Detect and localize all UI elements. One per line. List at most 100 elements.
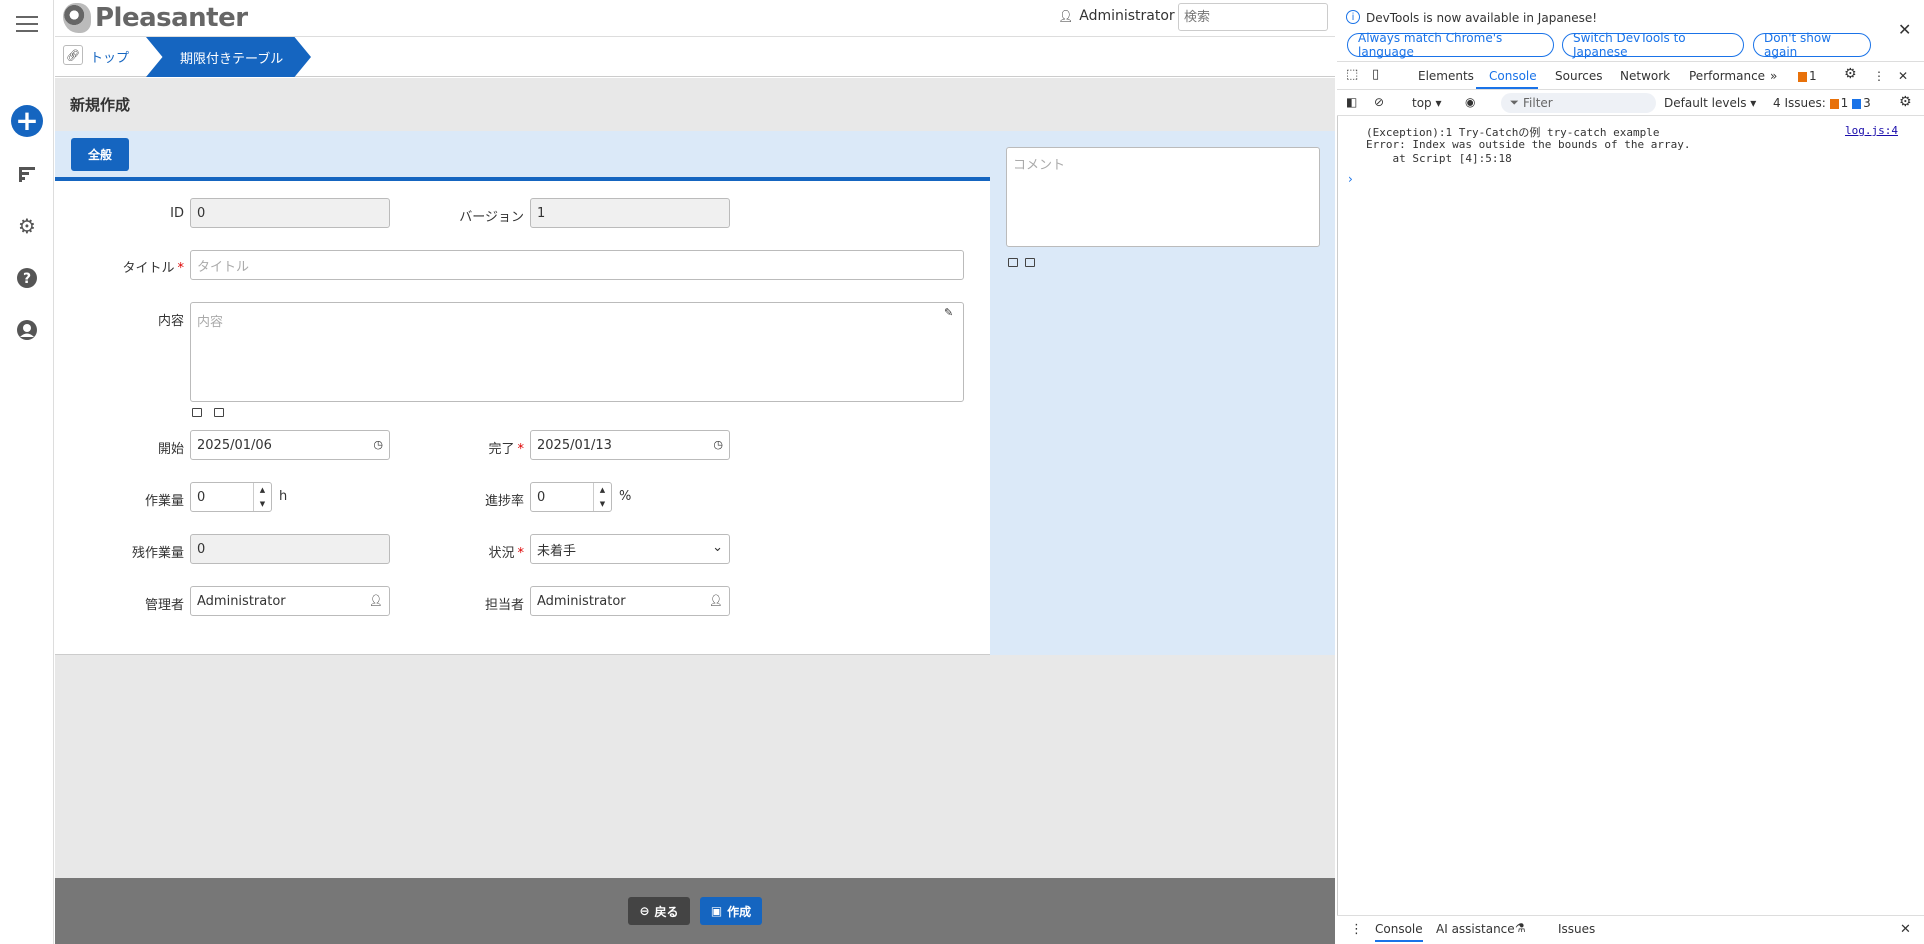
body-image-icon[interactable]: [192, 408, 202, 417]
title-label: タイトル *: [100, 257, 184, 276]
body-textarea[interactable]: 内容: [190, 302, 964, 402]
file-icon[interactable]: [1025, 258, 1035, 267]
complete-date-input[interactable]: 2025/01/13 ◷: [530, 430, 730, 460]
sort-icon[interactable]: [13, 160, 41, 188]
drawer-tab-ai[interactable]: AI assistance: [1436, 922, 1515, 936]
workvalue-input[interactable]: 0 ▲ ▼: [190, 482, 272, 512]
close-drawer-icon[interactable]: ✕: [1900, 922, 1911, 937]
issue-warning-icon: [1829, 98, 1839, 109]
devtools-drawer-bar: [1337, 915, 1924, 944]
settings-icon[interactable]: ⚙: [1844, 66, 1857, 82]
clear-console-icon[interactable]: ⊘: [1374, 95, 1384, 109]
create-button[interactable]: ▣ 作成: [700, 897, 762, 925]
tab-console[interactable]: Console: [1489, 69, 1537, 83]
levels-select[interactable]: Default levels ▾: [1664, 96, 1756, 110]
tab-general[interactable]: 全般: [71, 138, 129, 171]
console-filter-input[interactable]: Filter: [1501, 93, 1656, 113]
console-settings-icon[interactable]: ⚙: [1899, 94, 1912, 110]
warning-count[interactable]: 1: [1798, 69, 1817, 83]
image-icon[interactable]: [1008, 258, 1018, 267]
search-input[interactable]: [1178, 3, 1328, 31]
user-icon[interactable]: 👤︎: [369, 594, 383, 607]
inspect-icon[interactable]: ⬚: [1346, 67, 1358, 82]
close-icon[interactable]: ✕: [1898, 20, 1911, 39]
manager-label: 管理者: [144, 598, 184, 613]
manager-select[interactable]: Administrator 👤︎: [190, 586, 390, 616]
clock-icon[interactable]: ◷: [373, 438, 383, 451]
user-icon: 👤︎: [1058, 9, 1074, 23]
logo-text: Pleasanter: [95, 3, 248, 33]
spinner-icon[interactable]: ▲ ▼: [593, 483, 611, 511]
breadcrumb-top[interactable]: トップ: [90, 47, 129, 66]
eye-icon[interactable]: ◉: [1465, 95, 1475, 109]
status-label: 状況 *: [440, 542, 524, 561]
progress-unit: %: [619, 489, 632, 504]
flask-icon: ⚗: [1515, 921, 1526, 935]
tab-underline: [1476, 87, 1538, 89]
body-file-icon[interactable]: [214, 408, 224, 417]
breadcrumb-current[interactable]: 期限付きテーブル: [146, 37, 311, 77]
remaining-field: 0: [190, 534, 390, 564]
comment-input[interactable]: コメント: [1006, 147, 1320, 247]
issue-info-icon: [1852, 98, 1862, 109]
version-field: 1: [530, 198, 730, 228]
gear-icon[interactable]: ⚙: [13, 212, 41, 240]
console-log-line: at Script [4]:5:18: [1366, 152, 1512, 165]
tab-strip: [55, 131, 990, 181]
logo-icon: [63, 3, 91, 33]
info-icon: i: [1346, 10, 1360, 24]
complete-label-text: 完了: [488, 442, 515, 457]
device-toggle-icon[interactable]: ▯: [1372, 67, 1379, 82]
id-field: 0: [190, 198, 390, 228]
new-item-icon[interactable]: +: [11, 105, 43, 137]
title-input[interactable]: タイトル: [190, 250, 964, 280]
link-icon[interactable]: 🔗︎: [63, 45, 83, 65]
remaining-label: 残作業量: [131, 546, 184, 561]
close-devtools-icon[interactable]: ✕: [1898, 69, 1908, 83]
kebab-menu-icon[interactable]: ⋮: [1873, 69, 1885, 83]
footer-bar: [55, 878, 1335, 944]
context-select[interactable]: top ▾: [1412, 96, 1442, 110]
filter-icon: ⏷: [1510, 96, 1519, 109]
status-value: 未着手: [537, 543, 577, 559]
drawer-tab-issues[interactable]: Issues: [1558, 922, 1595, 936]
left-nav: [0, 0, 54, 944]
issues-label: 4 Issues:: [1773, 96, 1826, 110]
user-icon[interactable]: 👤︎: [709, 594, 723, 607]
back-button[interactable]: ⊖ 戻る: [628, 897, 690, 925]
progress-input[interactable]: 0 ▲ ▼: [530, 482, 612, 512]
menu-icon[interactable]: [13, 10, 41, 38]
status-select[interactable]: 未着手 ⌄: [530, 534, 730, 564]
tab-performance[interactable]: Performance: [1689, 69, 1765, 83]
owner-select[interactable]: Administrator 👤︎: [530, 586, 730, 616]
account-icon[interactable]: [13, 316, 41, 344]
log-source-link[interactable]: log.js:4: [1845, 124, 1898, 137]
tab-network[interactable]: Network: [1620, 69, 1670, 83]
user-name: Administrator: [1079, 8, 1175, 24]
dont-show-button[interactable]: Don't show again: [1753, 31, 1871, 59]
create-label: 作成: [727, 904, 752, 919]
drawer-tab-console[interactable]: Console: [1375, 922, 1423, 942]
body-label: 内容: [157, 314, 184, 329]
owner-value: Administrator: [537, 593, 626, 609]
issues-warn-value: 1: [1840, 96, 1849, 110]
tab-elements[interactable]: Elements: [1418, 69, 1474, 83]
sidebar-toggle-icon[interactable]: ◧: [1346, 95, 1357, 109]
match-language-button[interactable]: Always match Chrome's language: [1347, 31, 1554, 59]
help-icon[interactable]: ?: [13, 264, 41, 292]
spinner-icon[interactable]: ▲ ▼: [253, 483, 271, 511]
logo[interactable]: Pleasanter: [63, 1, 248, 35]
clock-icon[interactable]: ◷: [713, 438, 723, 451]
required-mark: *: [517, 546, 525, 561]
drawer-menu-icon[interactable]: ⋮: [1350, 922, 1363, 937]
issues-counter[interactable]: 4 Issues: 1 3: [1773, 96, 1871, 110]
user-menu[interactable]: 👤︎ Administrator: [1058, 8, 1175, 24]
tab-sources[interactable]: Sources: [1555, 69, 1602, 83]
switch-japanese-button[interactable]: Switch DevTools to Japanese: [1562, 31, 1744, 59]
start-date-input[interactable]: 2025/01/06 ◷: [190, 430, 390, 460]
title-label-text: タイトル: [122, 261, 175, 276]
edit-pencil-icon[interactable]: ✎: [944, 306, 953, 319]
console-prompt-icon[interactable]: ›: [1348, 172, 1353, 186]
workvalue-unit: h: [279, 489, 288, 504]
more-tabs-icon[interactable]: »: [1770, 69, 1777, 83]
